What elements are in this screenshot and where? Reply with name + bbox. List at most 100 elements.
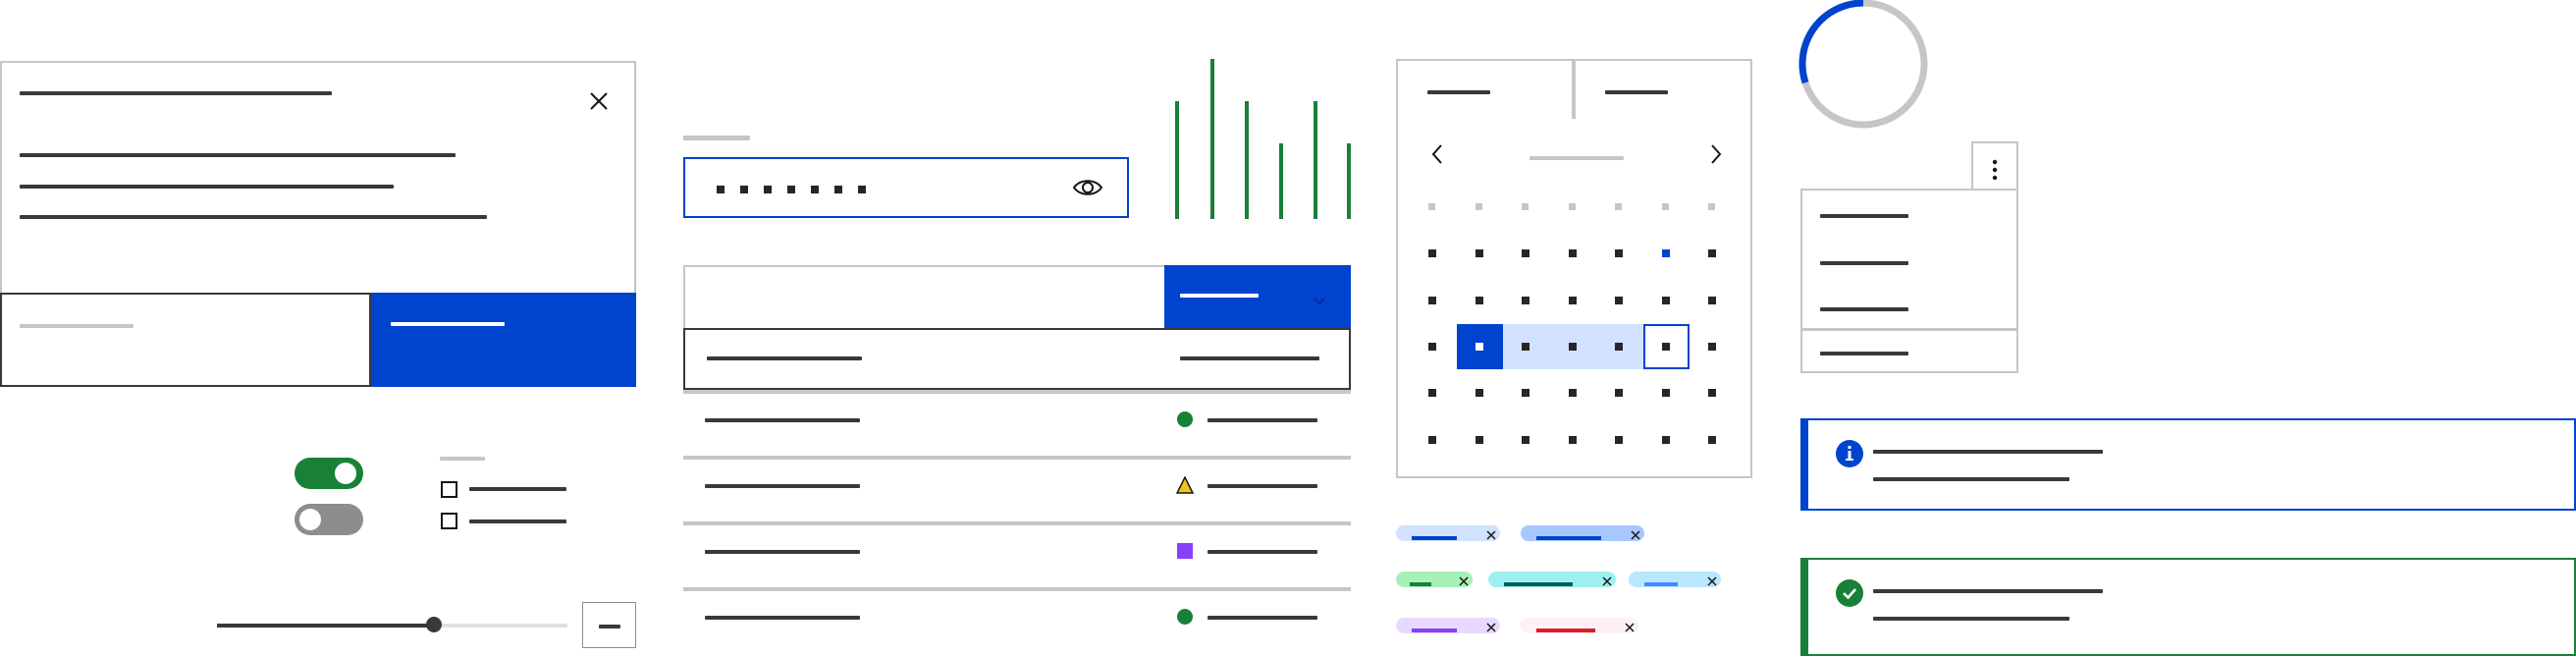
calendar-day[interactable] [1475, 435, 1483, 444]
calendar-day[interactable] [1615, 389, 1623, 398]
calendar-day[interactable] [1568, 249, 1577, 258]
calendar-day[interactable] [1615, 435, 1623, 444]
calendar-month-label [1530, 156, 1624, 160]
info-notification [1800, 418, 2576, 511]
calendar-day[interactable] [1708, 342, 1716, 351]
password-input[interactable] [683, 157, 1129, 218]
table-row[interactable] [683, 328, 1351, 390]
toggle-on[interactable] [295, 458, 363, 489]
calendar-day[interactable] [1522, 435, 1530, 444]
tag-close-icon[interactable] [1631, 527, 1640, 540]
calendar-day[interactable] [1475, 296, 1483, 304]
menu-item[interactable] [1820, 214, 1908, 218]
calendar-day[interactable] [1568, 296, 1577, 304]
menu-item[interactable] [1820, 352, 1908, 355]
toggle-handle [299, 509, 321, 530]
calendar-day[interactable] [1661, 342, 1670, 351]
calendar-day[interactable] [1615, 296, 1623, 304]
chevron-right-icon[interactable] [1710, 143, 1722, 165]
toggle-off[interactable] [295, 504, 363, 535]
slider-thumb[interactable] [426, 617, 443, 632]
calendar-day[interactable] [1475, 249, 1483, 258]
notification-title [1873, 450, 2103, 454]
date-input-end[interactable] [1574, 59, 1752, 121]
slider-value [599, 625, 620, 629]
menu-item[interactable] [1820, 307, 1908, 311]
table-row[interactable] [683, 456, 1351, 521]
tag[interactable] [1396, 525, 1500, 541]
modal-body-line [20, 153, 456, 157]
modal-secondary-button[interactable] [0, 293, 371, 387]
modal-primary-button[interactable] [371, 293, 636, 387]
tag-label [1412, 629, 1457, 632]
calendar-day[interactable] [1428, 389, 1436, 398]
calendar-day[interactable] [1708, 296, 1716, 304]
calendar-weekday [1708, 203, 1715, 210]
close-icon[interactable] [588, 90, 610, 112]
tag[interactable] [1396, 572, 1473, 587]
green-bar [1175, 101, 1179, 219]
slider-value-input[interactable] [582, 602, 636, 648]
tag-close-icon[interactable] [1625, 620, 1635, 632]
tag[interactable] [1521, 525, 1644, 541]
calendar-day[interactable] [1615, 249, 1623, 258]
calendar-today[interactable] [1661, 249, 1670, 258]
calendar-day[interactable] [1428, 296, 1436, 304]
overflow-menu-trigger[interactable] [1971, 141, 2018, 191]
calendar-day[interactable] [1522, 389, 1530, 398]
calendar-day[interactable] [1615, 342, 1623, 351]
table-toolbar-primary-button[interactable] [1164, 265, 1351, 328]
menu-item[interactable] [1820, 261, 1908, 265]
tag-close-icon[interactable] [1707, 574, 1717, 586]
calendar-day[interactable] [1568, 342, 1577, 351]
date-input-start[interactable] [1396, 59, 1574, 121]
tag-close-icon[interactable] [1459, 574, 1469, 586]
calendar-weekday [1475, 203, 1482, 210]
tag[interactable] [1521, 618, 1638, 633]
calendar-day[interactable] [1522, 342, 1530, 351]
calendar-day[interactable] [1522, 249, 1530, 258]
calendar-day[interactable] [1428, 342, 1436, 351]
slider-filled-track [217, 624, 435, 628]
checkbox-label [469, 487, 566, 491]
checkbox[interactable] [441, 513, 457, 529]
calendar-day[interactable] [1708, 249, 1716, 258]
tag-label [1536, 536, 1601, 540]
notification-subtitle [1873, 477, 2069, 481]
calendar-day[interactable] [1661, 435, 1670, 444]
calendar-day[interactable] [1475, 389, 1483, 398]
checkbox[interactable] [441, 481, 457, 498]
calendar-day[interactable] [1568, 435, 1577, 444]
tag-close-icon[interactable] [1486, 527, 1496, 540]
tag[interactable] [1488, 572, 1616, 587]
calendar-day[interactable] [1661, 389, 1670, 398]
eye-icon[interactable] [1072, 177, 1103, 198]
calendar-day[interactable] [1522, 296, 1530, 304]
calendar-day[interactable] [1428, 435, 1436, 444]
tag[interactable] [1629, 572, 1721, 587]
tag-close-icon[interactable] [1602, 574, 1612, 586]
calendar-day[interactable] [1568, 389, 1577, 398]
tag-close-icon[interactable] [1486, 620, 1496, 632]
chevron-left-icon[interactable] [1431, 143, 1443, 165]
overflow-menu-vertical-icon [1992, 159, 1998, 181]
table-cell [1208, 616, 1317, 620]
calendar-weekday [1522, 203, 1529, 210]
primary-button-label [391, 322, 505, 326]
green-circle-icon [1176, 608, 1194, 626]
toggle-handle [335, 463, 356, 484]
table-row[interactable] [683, 390, 1351, 456]
calendar-day[interactable] [1428, 249, 1436, 258]
table-row[interactable] [683, 587, 1351, 653]
tag[interactable] [1396, 618, 1500, 633]
calendar-day[interactable] [1475, 342, 1483, 351]
mask-dot [764, 186, 772, 193]
calendar-day[interactable] [1661, 296, 1670, 304]
date-input-value [1427, 90, 1490, 94]
calendar-day[interactable] [1708, 435, 1716, 444]
table-row[interactable] [683, 521, 1351, 587]
checkbox-group-label [440, 457, 485, 461]
mask-dot [787, 186, 795, 193]
info-icon [1836, 440, 1863, 467]
calendar-day[interactable] [1708, 389, 1716, 398]
